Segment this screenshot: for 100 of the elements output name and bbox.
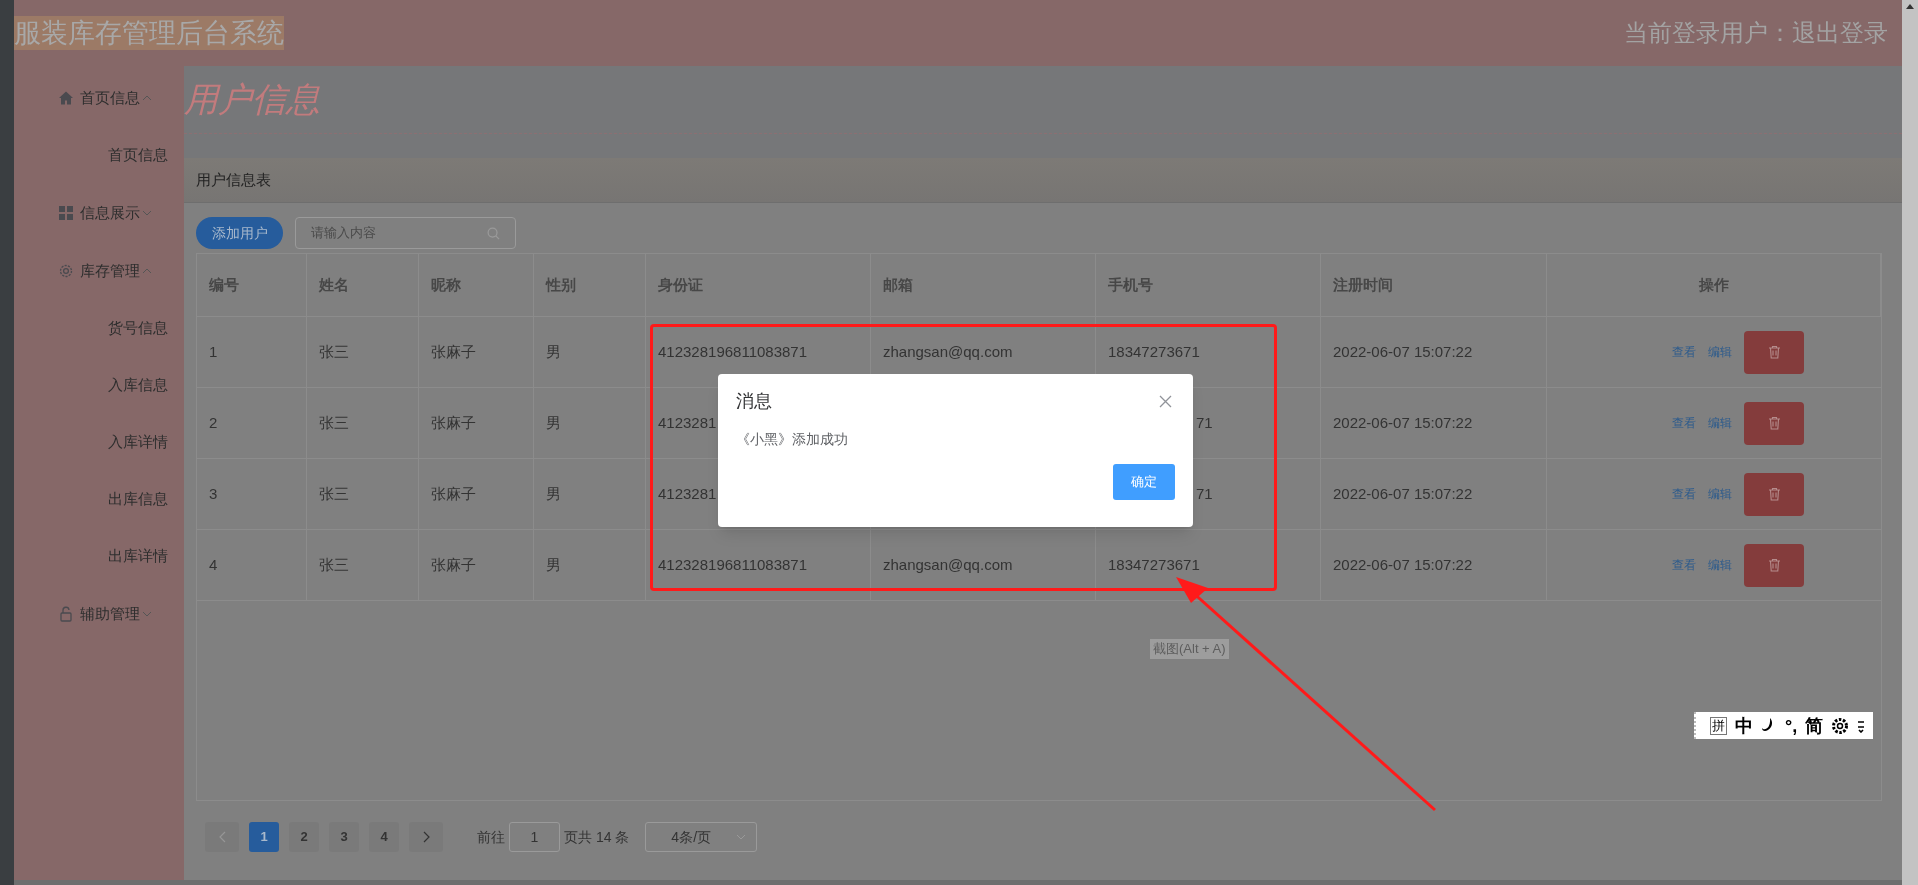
dialog-title: 消息 — [736, 390, 772, 413]
trash-icon — [1767, 345, 1781, 359]
next-page-button[interactable] — [409, 822, 443, 852]
column-header: 手机号 — [1108, 274, 1153, 295]
column-header: 邮箱 — [883, 274, 913, 295]
table-cell-text: 18347273671 — [1108, 341, 1200, 362]
table-cell-text: 18347273671 — [1108, 554, 1200, 575]
close-icon[interactable] — [1159, 395, 1172, 408]
scroll-up-icon — [1906, 4, 1914, 9]
scrollbar[interactable] — [1902, 0, 1918, 885]
column-header: 操作 — [1698, 274, 1729, 295]
home-icon — [58, 90, 74, 106]
action-link[interactable]: 编辑 — [1708, 556, 1732, 574]
delete-button[interactable] — [1744, 543, 1804, 587]
action-link[interactable]: 编辑 — [1708, 485, 1732, 503]
table-cell-text: 男 — [546, 554, 561, 575]
add-user-button[interactable]: 添加用户 — [196, 217, 283, 249]
table-cell-text: 71 — [1196, 412, 1213, 433]
ime-button[interactable]: 中 — [1735, 715, 1753, 736]
table-cell-text: 2022-06-07 15:07:22 — [1333, 483, 1473, 504]
table-cell-text: 4 — [209, 554, 218, 575]
page-number[interactable]: 2 — [289, 822, 319, 852]
sidebar-submenu-item[interactable]: 入库详情 — [14, 414, 184, 471]
page-title: 用户信息 — [184, 79, 320, 120]
table-cell-text: zhangsan@qq.com — [883, 554, 1013, 575]
table-cell-text: zhangsan@qq.com — [883, 341, 1013, 362]
table-cell-text: 张三 — [319, 412, 349, 433]
ime-button[interactable]: 简 — [1805, 715, 1824, 736]
action-link[interactable]: 查看 — [1672, 414, 1696, 432]
page-size-select[interactable]: 4条/页 — [645, 822, 758, 852]
screenshot-hint: 截图(Alt + A) — [1150, 639, 1229, 659]
chevron-left-icon — [218, 831, 226, 843]
ime-mode-button[interactable]: 拼 — [1710, 716, 1727, 735]
sidebar-menu-item[interactable]: 辅助管理 — [14, 585, 184, 643]
table-cell-text: 3 — [209, 483, 218, 504]
table-cell-text: 1 — [209, 341, 218, 362]
settings-icon[interactable] — [1831, 716, 1850, 735]
more-icon[interactable] — [1857, 718, 1866, 733]
table-cell-text: 张三 — [319, 341, 349, 362]
table-cell-text: 张三 — [319, 483, 349, 504]
sidebar-menu-item[interactable]: 库存管理 — [14, 242, 184, 300]
delete-button[interactable] — [1744, 401, 1804, 445]
app-title: 服装库存管理后台系统 — [14, 16, 284, 50]
dialog-message: 《小黑》添加成功 — [736, 430, 849, 449]
chevron-up-icon — [142, 268, 152, 274]
action-link[interactable]: 编辑 — [1708, 343, 1732, 361]
chevron-up-icon — [142, 95, 152, 101]
table-cell-text: 412328196811083871 — [658, 341, 808, 362]
page-number[interactable]: 1 — [249, 822, 279, 852]
action-link[interactable]: 查看 — [1672, 485, 1696, 503]
table-cell-text: 2022-06-07 15:07:22 — [1333, 341, 1473, 362]
delete-button[interactable] — [1744, 472, 1804, 516]
confirm-button[interactable]: 确定 — [1113, 464, 1175, 500]
table-cell-text: 4123281 — [658, 412, 717, 433]
chevron-right-icon — [422, 831, 430, 843]
table-cell-text: 2022-06-07 15:07:22 — [1333, 554, 1473, 575]
delete-button[interactable] — [1744, 330, 1804, 374]
action-link[interactable]: 查看 — [1672, 556, 1696, 574]
table-cell-text: 张麻子 — [431, 554, 476, 575]
column-header: 姓名 — [319, 274, 349, 295]
sidebar-submenu-item[interactable]: 出库信息 — [14, 471, 184, 528]
table-cell-text: 张三 — [319, 554, 349, 575]
user-logout-text[interactable]: 当前登录用户：退出登录 — [1624, 15, 1888, 51]
trash-icon — [1767, 487, 1781, 501]
page-number[interactable]: 3 — [329, 822, 359, 852]
table-cell-text: 男 — [546, 483, 561, 504]
trash-icon — [1767, 558, 1781, 572]
chevron-down-icon — [142, 210, 152, 216]
sidebar-submenu-item[interactable]: 入库信息 — [14, 357, 184, 414]
page-jump-field[interactable]: 1 — [509, 822, 560, 852]
table-cell-text: 男 — [546, 341, 561, 362]
grid-icon — [58, 205, 74, 221]
gear-icon — [58, 263, 74, 279]
sidebar-submenu-item[interactable]: 出库详情 — [14, 528, 184, 585]
total-count: 页共 14 条 — [564, 827, 630, 847]
table-cell-text: 71 — [1196, 483, 1213, 504]
chevron-down-icon — [142, 611, 152, 617]
table-cell-text: 张麻子 — [431, 341, 476, 362]
table-cell-text: 张麻子 — [431, 483, 476, 504]
sidebar-submenu-item[interactable]: 首页信息 — [14, 127, 184, 184]
card-title: 用户信息表 — [196, 169, 271, 190]
chevron-down-icon — [736, 834, 747, 840]
search-icon — [487, 226, 500, 240]
lock-icon — [58, 606, 74, 622]
table-cell-text: 张麻子 — [431, 412, 476, 433]
sidebar-menu-item[interactable]: 信息展示 — [14, 184, 184, 242]
table-cell-text: 4123281 — [658, 483, 717, 504]
table-cell-text: 男 — [546, 412, 561, 433]
action-link[interactable]: 编辑 — [1708, 414, 1732, 432]
ime-button[interactable]: °, — [1785, 715, 1798, 736]
table-cell-text: 2 — [209, 412, 218, 433]
trash-icon — [1767, 416, 1781, 430]
sidebar-submenu-item[interactable]: 货号信息 — [14, 300, 184, 357]
goto-label: 前往 — [477, 827, 505, 847]
table-cell-text: 412328196811083871 — [658, 554, 808, 575]
action-link[interactable]: 查看 — [1672, 343, 1696, 361]
page-number[interactable]: 4 — [369, 822, 399, 852]
sidebar-menu-item[interactable]: 首页信息 — [14, 69, 184, 127]
column-header: 昵称 — [431, 274, 461, 295]
column-header: 身份证 — [658, 274, 703, 295]
